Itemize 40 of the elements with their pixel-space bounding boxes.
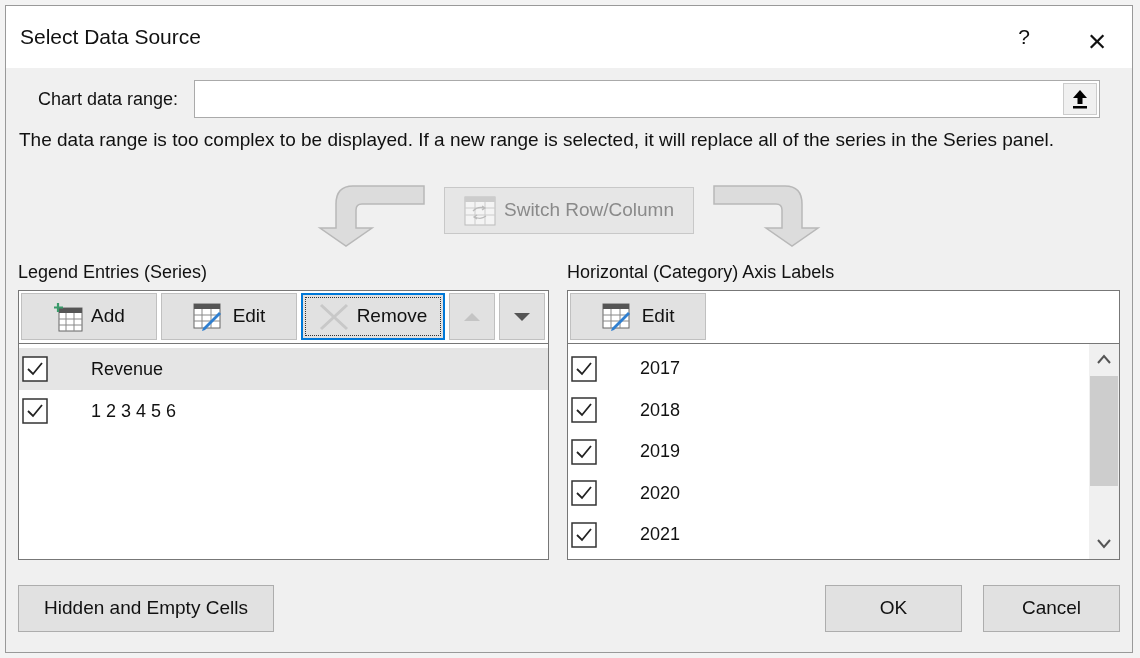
edit-button[interactable]: Edit — [161, 293, 297, 340]
vertical-scrollbar[interactable] — [1089, 344, 1119, 559]
panel-title: Horizontal (Category) Axis Labels — [567, 261, 836, 284]
checkbox[interactable] — [571, 521, 598, 548]
help-button[interactable]: ? — [994, 17, 1054, 57]
scroll-up-icon[interactable] — [1097, 354, 1111, 364]
move-down-icon — [513, 311, 531, 322]
series-list-item[interactable]: Revenue — [19, 348, 549, 390]
move-up-icon — [463, 311, 481, 322]
checkbox[interactable] — [22, 356, 48, 382]
upload-arrow-icon — [1072, 89, 1088, 109]
table-swap-icon — [464, 195, 496, 226]
chart-data-range-field[interactable] — [194, 80, 1100, 118]
cancel-button[interactable]: Cancel — [983, 585, 1120, 632]
category-list-item[interactable]: 2021 — [568, 514, 1089, 556]
category-list-item[interactable]: 2017 — [568, 348, 1089, 390]
checkbox[interactable] — [571, 397, 598, 424]
scroll-down-icon[interactable] — [1097, 539, 1111, 549]
edit-button[interactable]: Edit — [570, 293, 707, 340]
checkbox[interactable] — [571, 480, 598, 507]
checkbox[interactable] — [571, 438, 598, 465]
remove-x-icon — [318, 302, 349, 331]
close-button[interactable]: × — [1072, 17, 1122, 57]
panel-title: Legend Entries (Series) — [18, 261, 209, 284]
category-list-item[interactable]: 2019 — [568, 431, 1089, 473]
hidden-and-empty-cells-button[interactable]: Hidden and Empty Cells — [18, 585, 274, 632]
checkbox[interactable] — [22, 398, 48, 424]
checkbox[interactable] — [571, 355, 598, 382]
ok-button[interactable]: OK — [825, 585, 962, 632]
add-table-icon — [53, 301, 84, 332]
add-button[interactable]: Add — [21, 293, 157, 340]
field-label: Chart data range: — [38, 87, 179, 111]
category-list-item[interactable]: 2020 — [568, 472, 1089, 514]
scrollbar-thumb[interactable] — [1090, 376, 1118, 486]
move-down-button[interactable] — [499, 293, 545, 340]
info-message: The data range is too complex to be displayed. If a new range is selected, it will replace all of the series in the Series panel. — [18, 128, 1056, 152]
collapse-dialog-button[interactable] — [1063, 83, 1097, 115]
category-list-item[interactable]: 2018 — [568, 389, 1089, 431]
remove-button[interactable]: Remove — [301, 293, 445, 340]
window-title: Select Data Source — [20, 24, 202, 51]
